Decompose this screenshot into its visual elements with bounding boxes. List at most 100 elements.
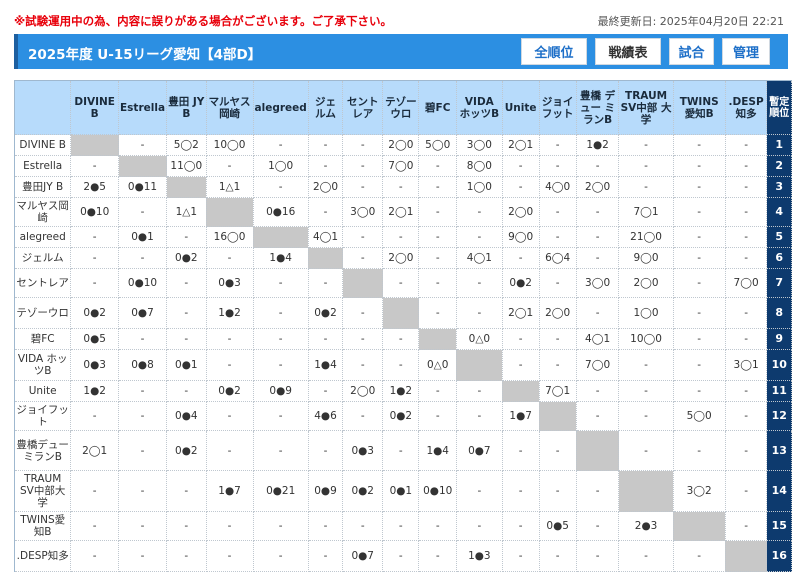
self-match-cell — [342, 268, 384, 298]
result-cell: - — [539, 226, 577, 248]
self-match-cell — [70, 134, 119, 156]
result-cell: 0●2 — [502, 268, 540, 298]
row-team-name: マルヤス岡崎 — [14, 197, 72, 227]
result-cell: - — [308, 540, 344, 572]
column-header: 豊橋 デュー ミランB — [576, 80, 620, 135]
result-cell: 8◯0 — [456, 155, 503, 177]
result-cell: 0●4 — [166, 401, 207, 431]
result-cell: - — [673, 134, 726, 156]
result-cell: - — [70, 401, 119, 431]
column-header: TRAUM SV中部 大学 — [618, 80, 674, 135]
result-cell: - — [725, 176, 768, 198]
table-row: .DESP知多 - - - - - -0●7- -1●3- - - - -16 — [14, 540, 792, 572]
result-cell: 7◯0 — [576, 349, 620, 381]
row-team-name: テゾーウロ — [14, 297, 72, 329]
result-cell: - — [382, 511, 420, 541]
column-header: VIDA ホッツB — [456, 80, 503, 135]
result-cell: 1◯0 — [618, 297, 674, 329]
result-cell: 1●3 — [456, 540, 503, 572]
result-cell: 2●5 — [70, 176, 119, 198]
result-cell: - — [539, 328, 577, 350]
result-cell: 10◯0 — [618, 328, 674, 350]
result-cell: 0●1 — [118, 226, 168, 248]
result-cell: - — [456, 470, 503, 512]
result-cell: - — [618, 349, 674, 381]
self-match-cell — [206, 197, 254, 227]
result-cell: - — [308, 380, 344, 402]
result-cell: - — [539, 430, 577, 471]
column-header: 碧FC — [418, 80, 457, 135]
matches-button[interactable]: 試合 — [669, 38, 714, 65]
result-cell: 0●2 — [308, 297, 344, 329]
standings-button[interactable]: 全順位 — [521, 38, 587, 65]
result-cell: 4●6 — [308, 401, 344, 431]
result-cell: - — [342, 134, 384, 156]
result-cell: 4◯1 — [576, 328, 620, 350]
result-cell: - — [673, 380, 726, 402]
column-header: TWINS 愛知B — [673, 80, 726, 135]
result-cell: - — [502, 540, 540, 572]
result-cell: 0●9 — [308, 470, 344, 512]
result-cell: 2◯0 — [618, 268, 674, 298]
result-cell: - — [673, 297, 726, 329]
self-match-cell — [725, 540, 768, 572]
result-cell: - — [70, 511, 119, 541]
result-cell: - — [725, 226, 768, 248]
row-team-name: Estrella — [14, 155, 72, 177]
result-cell: 1◯0 — [253, 155, 309, 177]
result-cell: 0●7 — [456, 430, 503, 471]
result-cell: - — [725, 328, 768, 350]
result-cell: 7◯0 — [382, 155, 420, 177]
result-cell: - — [70, 268, 119, 298]
rank-cell: 14 — [766, 470, 792, 512]
result-cell: - — [673, 268, 726, 298]
result-cell: 3◯0 — [576, 268, 620, 298]
result-cell: - — [206, 401, 254, 431]
result-cell: 0●2 — [166, 247, 207, 269]
result-cell: - — [166, 380, 207, 402]
result-cell: 1●2 — [382, 380, 420, 402]
result-cell: - — [308, 134, 344, 156]
result-cell: 2◯0 — [308, 176, 344, 198]
result-cell: 3◯1 — [725, 349, 768, 381]
row-team-name: ジョイフット — [14, 401, 72, 431]
result-cell: - — [253, 430, 309, 471]
column-header: DIVINE B — [70, 80, 119, 135]
column-header: 豊田 JY B — [166, 80, 207, 135]
result-cell: - — [673, 247, 726, 269]
result-cell: 4◯0 — [539, 176, 577, 198]
result-cell: - — [308, 268, 344, 298]
result-cell: 1●2 — [70, 380, 119, 402]
result-cell: - — [725, 511, 768, 541]
result-cell: - — [618, 380, 674, 402]
result-cell: 0●2 — [382, 401, 420, 431]
rank-cell: 7 — [766, 268, 792, 298]
admin-button[interactable]: 管理 — [722, 38, 770, 65]
result-cell: - — [673, 540, 726, 572]
rank-cell: 16 — [766, 540, 792, 572]
result-cell: - — [456, 297, 503, 329]
result-cell: - — [539, 155, 577, 177]
result-cell: 0●5 — [70, 328, 119, 350]
result-cell: 2◯1 — [502, 297, 540, 329]
result-cell: 0●16 — [253, 197, 309, 227]
table-row: 豊田JY B 2●5 0●11 1△1-2◯0- - -1◯0-4◯0 2◯0- - -3 — [14, 176, 792, 198]
column-header: Estrella — [118, 80, 168, 135]
result-cell: 1△1 — [166, 197, 207, 227]
result-cell: 1●2 — [576, 134, 620, 156]
rank-cell: 10 — [766, 349, 792, 381]
result-cell: 1◯0 — [456, 176, 503, 198]
result-cell: - — [253, 328, 309, 350]
result-cell: 0●10 — [418, 470, 457, 512]
result-cell: - — [576, 226, 620, 248]
result-cell: - — [673, 176, 726, 198]
result-cell: 0●11 — [118, 176, 168, 198]
result-cell: - — [166, 297, 207, 329]
row-team-name: alegreed — [14, 226, 72, 248]
results-button[interactable]: 戦績表 — [595, 38, 661, 65]
result-cell: - — [118, 470, 168, 512]
result-cell: 0●1 — [166, 349, 207, 381]
result-cell: - — [502, 470, 540, 512]
result-cell: - — [382, 349, 420, 381]
result-cell: - — [118, 511, 168, 541]
